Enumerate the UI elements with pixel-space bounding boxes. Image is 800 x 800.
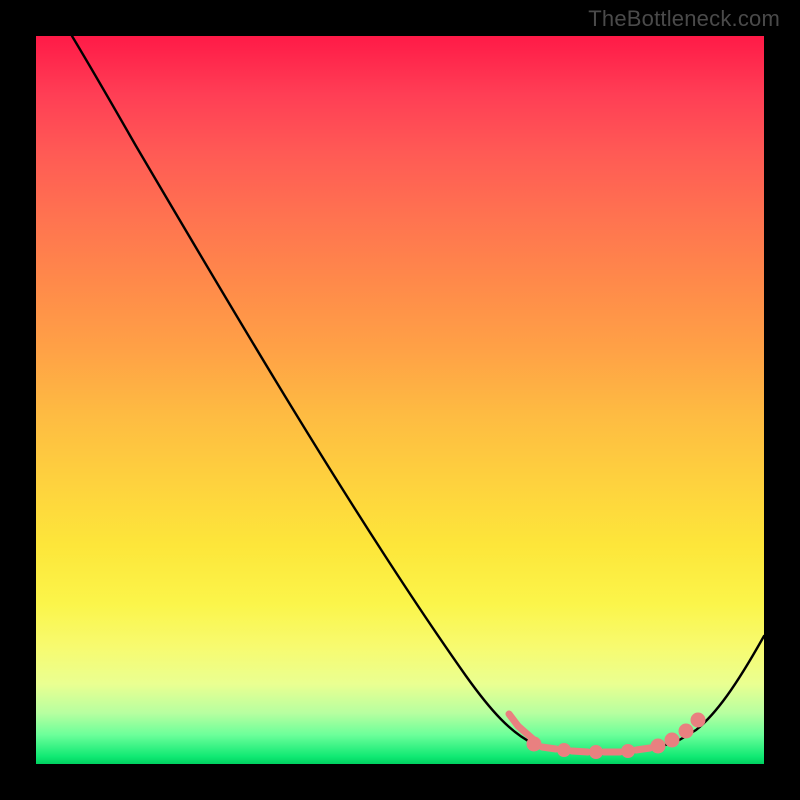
marker-dot: [694, 716, 702, 724]
watermark-text: TheBottleneck.com: [588, 6, 780, 32]
marker-dot: [561, 747, 568, 754]
marker-dot: [593, 749, 600, 756]
marker-dot: [625, 748, 632, 755]
marker-dot: [530, 740, 538, 748]
bottleneck-curve-path: [72, 36, 764, 752]
plot-area: [36, 36, 764, 764]
marker-dot: [668, 736, 676, 744]
marker-dot: [682, 727, 690, 735]
marker-dot: [654, 742, 662, 750]
marker-band: [509, 714, 702, 756]
bottleneck-curve: [36, 36, 764, 764]
marker-segment: [542, 747, 556, 749]
marker-segment: [572, 751, 588, 752]
marker-segment: [636, 748, 650, 750]
chart-frame: TheBottleneck.com: [0, 0, 800, 800]
